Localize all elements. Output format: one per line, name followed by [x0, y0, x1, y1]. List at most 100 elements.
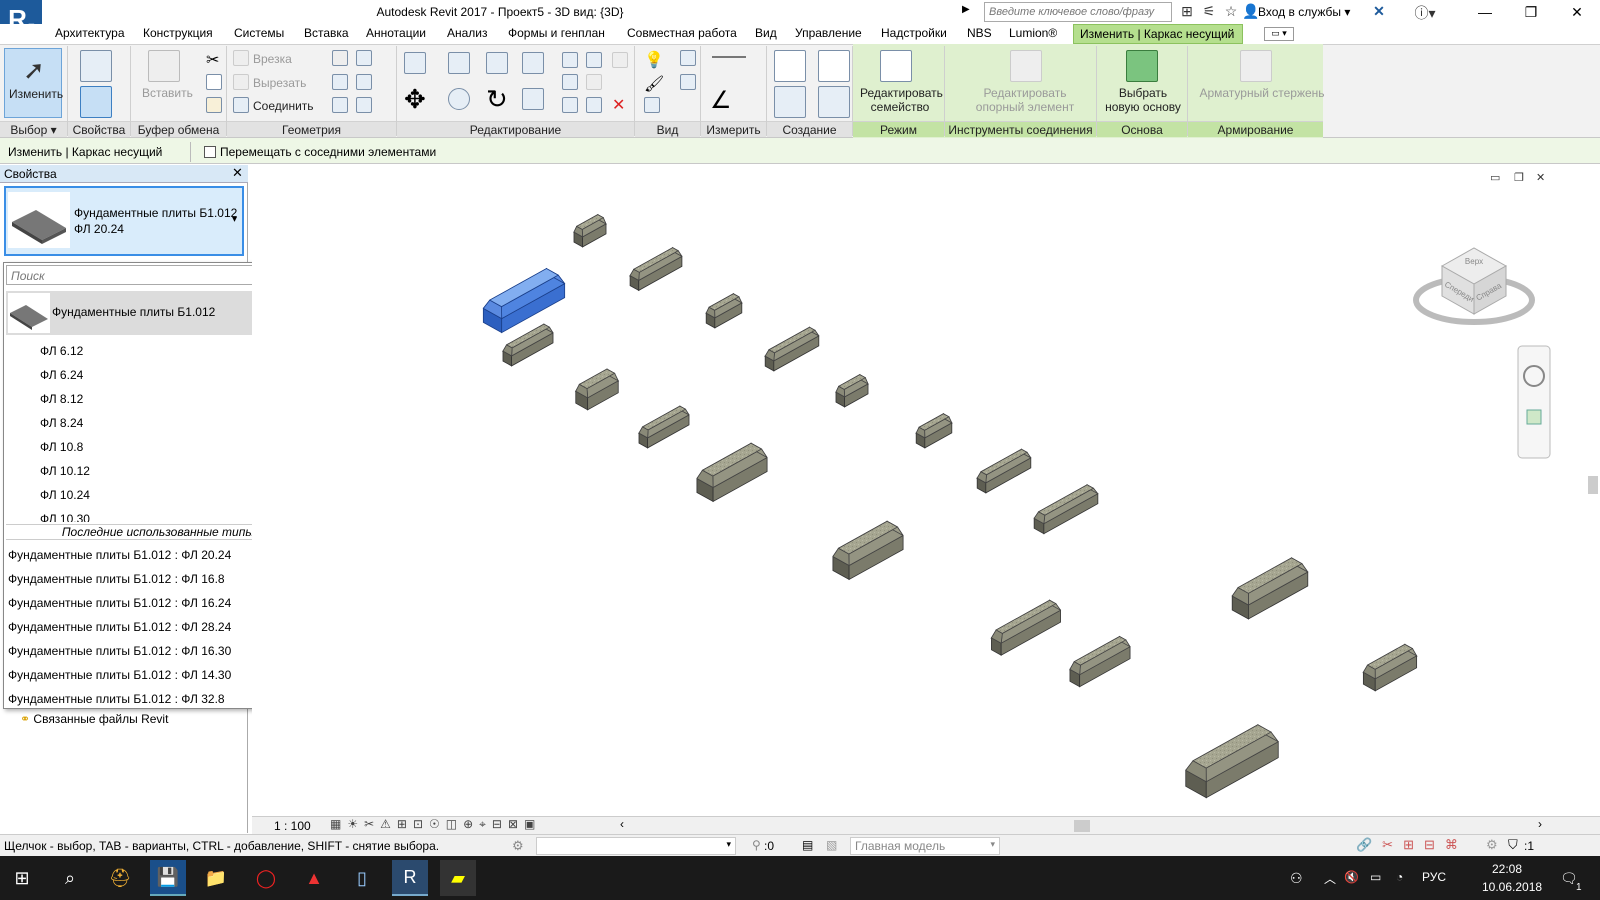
language-indicator[interactable]: РУС: [1422, 870, 1446, 884]
move-icon[interactable]: ✥: [404, 84, 426, 115]
edit-reference-button[interactable]: Редактировать опорный элемент: [970, 86, 1080, 114]
type-option[interactable]: ФЛ 6.24: [40, 368, 83, 382]
recent-type-option[interactable]: Фундаментные плиты Б1.012 : ФЛ 16.8: [8, 572, 225, 586]
filter-icon[interactable]: ⛉: [1508, 837, 1518, 853]
type-option[interactable]: ФЛ 10.30: [40, 512, 90, 522]
type-option[interactable]: ФЛ 8.24: [40, 416, 83, 430]
copy-icon[interactable]: [206, 74, 222, 90]
tray-expand-icon[interactable]: ︿: [1324, 870, 1336, 887]
design-option-select[interactable]: Главная модель ▾: [850, 837, 1000, 855]
3d-viewport[interactable]: Верх Спереди Справа ▭ ❐ ✕: [252, 166, 1600, 822]
maximize-button[interactable]: ❐: [1508, 0, 1554, 24]
tab-view[interactable]: Вид: [755, 26, 777, 40]
folder-icon[interactable]: 📁: [198, 860, 234, 896]
edit-reference-icon[interactable]: [1010, 50, 1042, 82]
tab-analyze[interactable]: Анализ: [447, 26, 488, 40]
view-scale[interactable]: 1 : 100: [274, 819, 311, 833]
linework-icon[interactable]: [680, 74, 696, 90]
pik-app-icon[interactable]: ▰: [440, 860, 476, 896]
save-app-icon[interactable]: 💾: [150, 860, 186, 896]
tab-insert[interactable]: Вставка: [304, 26, 349, 40]
search-icon[interactable]: ⌕: [52, 860, 88, 896]
wall-joins-icon[interactable]: [332, 50, 348, 66]
lightbulb-icon[interactable]: 💡: [644, 50, 664, 70]
cut-geometry-label[interactable]: Вырезать: [253, 76, 306, 90]
recent-type-option[interactable]: Фундаментные плиты Б1.012 : ФЛ 16.30: [8, 644, 231, 658]
cope-label[interactable]: Врезка: [253, 52, 292, 66]
opera-icon[interactable]: ◯: [248, 860, 284, 896]
tab-manage[interactable]: Управление: [795, 26, 862, 40]
background-processes-icon[interactable]: ⚙: [1486, 837, 1498, 853]
windows-start-icon[interactable]: ⊞: [4, 860, 40, 896]
revit-taskbar-icon[interactable]: R: [392, 860, 428, 896]
workset-select[interactable]: ▾: [536, 837, 736, 855]
foundation-slab[interactable]: [628, 246, 683, 292]
create-parts-icon[interactable]: [818, 86, 850, 118]
family-group-header[interactable]: Фундаментные плиты Б1.012: [6, 291, 294, 335]
tab-collaborate[interactable]: Совместная работа: [627, 26, 737, 40]
viewport-hscroll-thumb[interactable]: [1074, 820, 1090, 832]
foundation-slab[interactable]: [990, 599, 1062, 656]
close-button[interactable]: ✕: [1554, 0, 1600, 24]
recent-type-option[interactable]: Фундаментные плиты Б1.012 : ФЛ 32.8: [8, 692, 225, 706]
properties-toggle-icon[interactable]: [80, 86, 112, 118]
viewcube-top-label[interactable]: Верх: [1465, 257, 1483, 266]
create-similar-icon[interactable]: [818, 50, 850, 82]
subscription-icon[interactable]: ⚟: [1200, 3, 1218, 21]
selection-filter-icons[interactable]: 🔗✂⊞⊟⌘: [1356, 837, 1468, 853]
project-browser-linked-files[interactable]: ⚭ Связанные файлы Revit: [20, 712, 168, 726]
paste-label[interactable]: Вставить: [142, 86, 193, 100]
foundation-slab[interactable]: [696, 442, 768, 503]
view-restore-icon[interactable]: ❐: [1514, 172, 1524, 184]
people-icon[interactable]: ⚇: [1290, 870, 1303, 887]
star-icon[interactable]: ☆: [1222, 3, 1240, 21]
panel-select[interactable]: Выбор ▾: [0, 121, 67, 137]
foundation-slab[interactable]: [1362, 643, 1418, 692]
foundation-slab[interactable]: [915, 413, 953, 449]
foundation-slab[interactable]: [573, 213, 607, 248]
edit-family-icon[interactable]: [880, 50, 912, 82]
beam-join-icon[interactable]: [332, 97, 348, 113]
delete-icon[interactable]: ✕: [612, 95, 625, 115]
hide-icon[interactable]: [680, 50, 696, 66]
view-control-icons[interactable]: ▦☀✂⚠⊞⊡☉◫⊕⌖⊟⊠▣: [330, 817, 541, 832]
split-icon[interactable]: [562, 52, 578, 68]
worksets-icon[interactable]: ⚙: [512, 838, 524, 854]
type-option[interactable]: ФЛ 10.24: [40, 488, 90, 502]
exchange-apps-icon[interactable]: ✕: [1370, 3, 1388, 21]
tab-systems[interactable]: Системы: [234, 26, 284, 40]
foundation-slab[interactable]: [1068, 635, 1131, 688]
document-app-icon[interactable]: ▯: [344, 860, 380, 896]
design-options-icon[interactable]: ▤: [802, 838, 813, 852]
cope-icon[interactable]: [233, 50, 249, 66]
create-assembly-icon[interactable]: [774, 86, 806, 118]
foundation-slab[interactable]: [574, 368, 620, 411]
trim-icon[interactable]: [522, 88, 544, 110]
foundation-slab[interactable]: [637, 405, 690, 449]
measure-icon[interactable]: [712, 56, 746, 58]
hscroll-right-icon[interactable]: ›: [1538, 817, 1542, 831]
join-icon[interactable]: [233, 97, 249, 113]
login-button[interactable]: Вход в службы ▾: [1258, 5, 1350, 19]
unpin-icon[interactable]: [612, 52, 628, 68]
copy-element-icon[interactable]: [448, 88, 470, 110]
foundation-slab[interactable]: [832, 520, 904, 581]
selected-foundation-slab[interactable]: [482, 267, 566, 334]
foundation-slab[interactable]: [835, 373, 869, 408]
angle-dimension-icon[interactable]: ∠: [710, 86, 732, 115]
view-cube[interactable]: Верх Спереди Справа: [1413, 247, 1535, 325]
foundation-slab[interactable]: [1033, 483, 1099, 535]
recent-type-option[interactable]: Фундаментные плиты Б1.012 : ФЛ 28.24: [8, 620, 231, 634]
edit-family-button[interactable]: Редактировать семейство: [860, 86, 943, 114]
cut-geometry-icon[interactable]: [233, 74, 249, 90]
offset-icon[interactable]: [448, 52, 470, 74]
hscroll-left-icon[interactable]: ‹: [620, 817, 624, 831]
paste-icon[interactable]: [148, 50, 180, 82]
rebar-icon[interactable]: [1240, 50, 1272, 82]
tab-modify-structural-framing[interactable]: Изменить | Каркас несущий: [1073, 24, 1243, 44]
match-properties-icon[interactable]: [206, 97, 222, 113]
split-gap-icon[interactable]: [586, 52, 602, 68]
override-graphics-icon[interactable]: 🖌: [644, 74, 664, 94]
paint-icon[interactable]: [356, 74, 372, 90]
clock-date[interactable]: 10.06.2018: [1482, 880, 1542, 894]
